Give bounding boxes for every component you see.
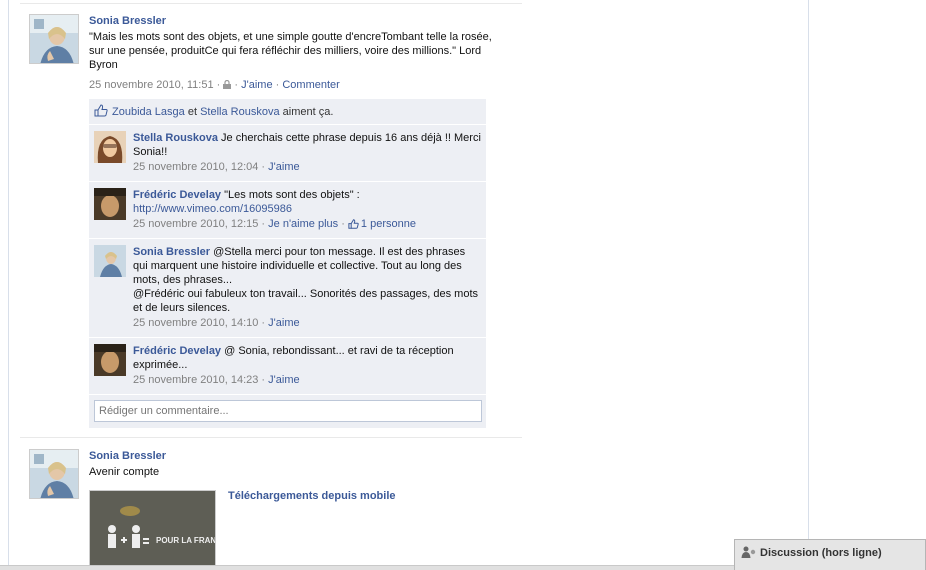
chat-label: Discussion (hors ligne) — [760, 547, 882, 559]
story-timestamp[interactable]: 25 novembre 2010, 11:51 — [89, 79, 214, 91]
attachment-thumbnail[interactable]: POUR LA FRANCE — [89, 490, 216, 570]
comment-author[interactable]: Stella Rouskova — [133, 132, 218, 144]
chat-users-icon — [741, 546, 757, 558]
page-bottom-bar — [0, 565, 734, 570]
chat-bar[interactable]: Discussion (hors ligne) — [734, 539, 926, 570]
feed-story: Sonia Bressler Avenir compte POUR LA FRA… — [29, 449, 524, 570]
comment-text: Frédéric Develay "Les mots sont des obje… — [133, 188, 481, 216]
comment-item: Frédéric Develay @ Sonia, rebondissant..… — [89, 338, 486, 395]
likes-text: aiment ça. — [279, 106, 334, 118]
liker-link[interactable]: Stella Rouskova — [200, 106, 280, 118]
meta-separator: · — [258, 374, 269, 386]
meta-separator: · — [258, 161, 269, 173]
comment-timestamp[interactable]: 25 novembre 2010, 14:23 — [133, 374, 258, 386]
meta-separator: · — [258, 218, 269, 230]
comment-like-link[interactable]: J'aime — [268, 161, 299, 173]
comment-like-link[interactable]: J'aime — [268, 317, 299, 329]
meta-separator: · — [338, 218, 348, 230]
comment-author[interactable]: Frédéric Develay — [133, 345, 221, 357]
comment-text: Sonia Bressler @Stella merci pour ton me… — [133, 245, 481, 315]
comment-avatar[interactable] — [94, 245, 126, 277]
thumbs-up-icon — [94, 104, 108, 117]
likes-text: et — [184, 106, 201, 118]
left-border — [8, 0, 9, 570]
attachment-image-text: POUR LA FRANCE — [156, 536, 216, 545]
feed-story: Sonia Bressler "Mais les mots sont des o… — [29, 14, 524, 94]
comment-avatar[interactable] — [94, 188, 126, 220]
comment-item: Frédéric Develay "Les mots sont des obje… — [89, 182, 486, 239]
meta-separator: · — [272, 79, 283, 91]
comment-timestamp[interactable]: 25 novembre 2010, 12:15 — [133, 218, 258, 230]
attachment-title[interactable]: Téléchargements depuis mobile — [228, 490, 396, 502]
comment-item: Stella Rouskova Je cherchais cette phras… — [89, 125, 486, 182]
right-column-border — [808, 0, 809, 570]
comment-meta: 25 novembre 2010, 14:23 · J'aime — [133, 373, 481, 387]
comment-url-link[interactable]: http://www.vimeo.com/16095986 — [133, 203, 292, 215]
story-message: Avenir compte — [89, 466, 160, 478]
story-author[interactable]: Sonia Bressler — [89, 14, 499, 28]
comment-body: @Frédéric oui fabuleux ton travail... So… — [133, 288, 479, 314]
comment-link[interactable]: Commenter — [282, 79, 339, 91]
comment-author[interactable]: Sonia Bressler — [133, 246, 210, 258]
comment-composer — [89, 395, 486, 428]
comment-author[interactable]: Frédéric Develay — [133, 189, 221, 201]
meta-separator: · — [213, 79, 224, 91]
comment-item: Sonia Bressler @Stella merci pour ton me… — [89, 239, 486, 338]
comment-unlike-link[interactable]: Je n'aime plus — [268, 218, 338, 230]
likes-summary: Zoubida Lasga et Stella Rouskova aiment … — [89, 99, 486, 125]
story-separator — [20, 437, 522, 438]
meta-separator: · — [258, 317, 269, 329]
story-message: "Mais les mots sont des objets, et une s… — [89, 31, 492, 71]
like-link[interactable]: J'aime — [241, 79, 272, 91]
comment-meta: 25 novembre 2010, 12:15 · Je n'aime plus… — [133, 217, 481, 231]
comment-timestamp[interactable]: 25 novembre 2010, 14:10 — [133, 317, 258, 329]
lock-icon — [223, 79, 232, 89]
comment-timestamp[interactable]: 25 novembre 2010, 12:04 — [133, 161, 258, 173]
comment-body: "Les mots sont des objets" : — [221, 189, 360, 201]
liker-link[interactable]: Zoubida Lasga — [112, 106, 185, 118]
comments-panel: Zoubida Lasga et Stella Rouskova aiment … — [89, 99, 486, 428]
comment-text: Frédéric Develay @ Sonia, rebondissant..… — [133, 344, 481, 372]
meta-separator: · — [231, 79, 242, 91]
story-separator — [20, 3, 522, 4]
comment-like-count[interactable]: 1 personne — [361, 218, 416, 230]
thumbs-up-icon — [348, 219, 359, 229]
avatar[interactable] — [29, 449, 79, 499]
comment-input[interactable] — [94, 400, 482, 422]
avatar[interactable] — [29, 14, 79, 64]
comment-like-link[interactable]: J'aime — [268, 374, 299, 386]
comment-text: Stella Rouskova Je cherchais cette phras… — [133, 131, 481, 159]
comment-meta: 25 novembre 2010, 14:10 · J'aime — [133, 316, 481, 330]
comment-avatar[interactable] — [94, 344, 126, 376]
story-author[interactable]: Sonia Bressler — [89, 449, 499, 463]
comment-avatar[interactable] — [94, 131, 126, 163]
comment-meta: 25 novembre 2010, 12:04 · J'aime — [133, 160, 481, 174]
story-meta: 25 novembre 2010, 11:51 · · J'aime · Com… — [89, 79, 499, 91]
